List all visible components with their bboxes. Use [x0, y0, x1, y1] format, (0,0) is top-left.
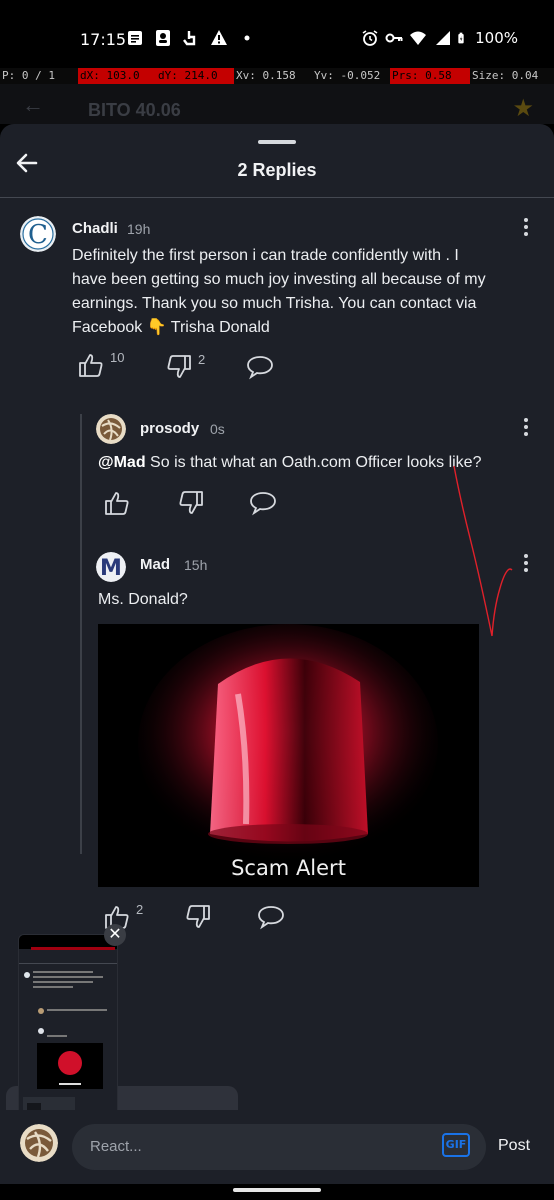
- sheet-drag-handle[interactable]: [258, 140, 296, 144]
- close-thumbnail-icon[interactable]: ✕: [104, 924, 126, 946]
- reply-button[interactable]: [257, 904, 285, 930]
- ticker-title: BITO 40.06: [88, 100, 181, 120]
- dot-icon: [244, 35, 250, 41]
- signal-icon: [436, 31, 451, 45]
- react-input[interactable]: React...: [72, 1124, 486, 1170]
- status-bar: 17:15 100%: [0, 0, 554, 68]
- debug-yv: Yv: -0.052: [312, 68, 390, 84]
- home-gesture-handle[interactable]: [233, 1188, 321, 1192]
- gesture-nav-bar: [0, 1184, 554, 1200]
- comment-body: Definitely the first person i can trade …: [72, 244, 542, 340]
- reaction-input-bar: React...: [0, 1110, 554, 1184]
- notes-icon: [128, 31, 142, 45]
- comment-author[interactable]: Chadli: [72, 220, 118, 237]
- wifi-icon: [410, 31, 427, 45]
- reply-bubble-icon: [247, 356, 273, 380]
- vpn-key-icon: [385, 33, 403, 43]
- comment-time: 19h: [127, 221, 151, 237]
- avatar-letter: M: [100, 556, 122, 581]
- comment-text: So is that what an Oath.com Officer look…: [145, 454, 482, 471]
- thumbs-down-icon: [179, 491, 203, 514]
- dislike-count: 2: [198, 352, 206, 367]
- comment-line: Definitely the first person i can trade …: [72, 247, 459, 264]
- comment-time: 0s: [210, 421, 225, 437]
- alarm-icon: [362, 30, 378, 46]
- siren-light-image: [98, 624, 479, 887]
- reply-button[interactable]: [246, 354, 274, 380]
- reply-bubble-icon: [258, 906, 284, 930]
- comment-body: @Mad So is that what an Oath.com Officer…: [98, 451, 538, 475]
- dislike-button[interactable]: [178, 490, 204, 516]
- reply-bubble-icon: [250, 492, 276, 516]
- debug-size: Size: 0.04: [470, 68, 554, 84]
- watchlist-star-icon[interactable]: ★: [512, 94, 534, 123]
- gif-button[interactable]: GIF: [442, 1133, 470, 1157]
- avatar[interactable]: C: [20, 216, 56, 252]
- app-header: ← BITO 40.06 ★: [0, 84, 554, 124]
- debug-xv: Xv: 0.158: [234, 68, 312, 84]
- sheet-header: 2 Replies: [0, 146, 554, 198]
- header-divider: [0, 197, 554, 198]
- hand-icon: [183, 31, 196, 46]
- like-count: 2: [136, 902, 144, 917]
- avatar[interactable]: M: [96, 552, 126, 582]
- comment-line: have been getting so much joy investing …: [72, 271, 486, 288]
- comment-body: Ms. Donald?: [98, 591, 188, 608]
- comment-author[interactable]: Mad: [140, 556, 170, 573]
- user-avatar[interactable]: [20, 1124, 58, 1162]
- post-button[interactable]: Post: [498, 1137, 530, 1155]
- avatar-letter: C: [28, 220, 48, 250]
- contacts-icon: [156, 30, 170, 46]
- status-time: 17:15: [80, 30, 127, 49]
- thumbs-down-icon: [167, 355, 191, 378]
- comment-line: Facebook 👇 Trisha Donald: [72, 319, 270, 336]
- battery-percent: 100%: [475, 29, 518, 47]
- avatar[interactable]: [96, 414, 126, 444]
- debug-dy: dY: 214.0: [156, 68, 234, 84]
- comment-time: 15h: [184, 557, 208, 573]
- more-options-icon[interactable]: [523, 418, 529, 438]
- thumbs-up-icon: [105, 492, 129, 515]
- like-button[interactable]: [104, 490, 130, 516]
- reply-thread-line: [80, 414, 82, 854]
- like-button[interactable]: 10: [78, 350, 125, 378]
- debug-dx: dX: 103.0: [78, 68, 156, 84]
- header-back-icon[interactable]: ←: [22, 92, 44, 118]
- dislike-button[interactable]: 2: [166, 352, 206, 380]
- more-options-icon[interactable]: [523, 218, 529, 238]
- react-input-placeholder: React...: [90, 1138, 142, 1155]
- mention-link[interactable]: @Mad: [98, 454, 146, 471]
- sheet-title: 2 Replies: [237, 160, 317, 180]
- comment-line: earnings. Thank you so much Trisha. You …: [72, 295, 477, 312]
- thumbs-up-icon: [79, 354, 103, 377]
- thumbs-down-icon: [186, 905, 210, 928]
- like-count: 10: [110, 350, 125, 365]
- gif-caption: Scam Alert: [231, 856, 346, 880]
- more-options-icon[interactable]: [523, 554, 529, 574]
- dislike-button[interactable]: [185, 904, 211, 930]
- warning-icon: [211, 30, 227, 45]
- reply-button[interactable]: [249, 490, 277, 516]
- scam-alert-gif[interactable]: Scam Alert: [98, 624, 479, 887]
- debug-pointer-count: P: 0 / 1: [0, 68, 78, 84]
- comment-author[interactable]: prosody: [140, 420, 199, 437]
- pointer-location-overlay: P: 0 / 1 dX: 103.0 dY: 214.0 Xv: 0.158 Y…: [0, 68, 554, 84]
- battery-icon: [458, 32, 464, 44]
- debug-pressure: Prs: 0.58: [390, 68, 470, 84]
